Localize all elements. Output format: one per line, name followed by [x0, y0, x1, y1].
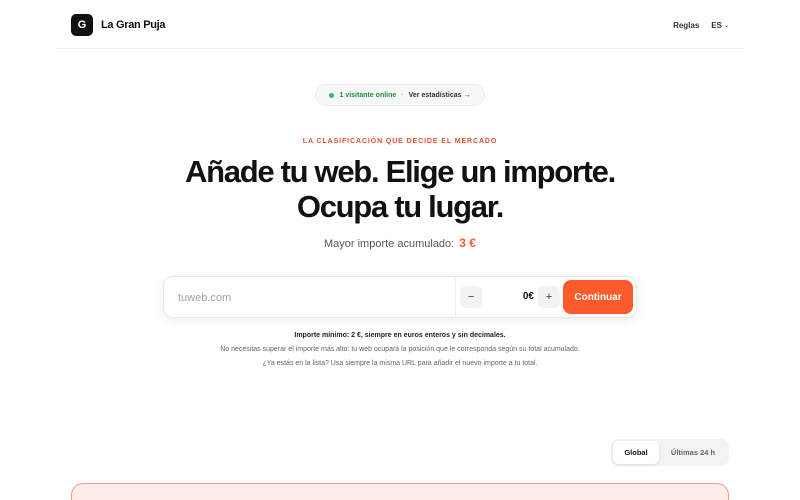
language-label: ES [711, 20, 722, 30]
note-same-url: ¿Ya estás en la lista? Usa siempre la mi… [262, 360, 538, 367]
language-selector[interactable]: ES ⌄ [711, 21, 729, 30]
brand-name[interactable]: La Gran Puja [101, 19, 166, 31]
submission-form: − 0€ + Continuar [163, 276, 637, 318]
tab-global[interactable]: Global [613, 441, 659, 464]
decrease-amount-button[interactable]: − [460, 286, 482, 308]
status-pill: 1 visitante online · Ver estadísticas → [315, 84, 485, 106]
tab-last-24h[interactable]: Últimas 24 h [659, 441, 727, 464]
url-input[interactable] [178, 287, 448, 309]
headline-line-1: Añade tu web. Elige un importe. [185, 154, 616, 189]
rules-notes: Importe mínimo: 2 €, siempre en euros en… [0, 329, 800, 371]
status-separator: · [401, 91, 404, 99]
note-position: No necesitas superar el importe más alto… [220, 346, 580, 353]
continue-button[interactable]: Continuar [563, 280, 633, 314]
increase-amount-button[interactable]: + [538, 286, 560, 308]
input-divider [455, 278, 456, 317]
online-dot-icon [329, 92, 335, 98]
top-nav: Reglas ES ⌄ [673, 21, 729, 30]
chevron-down-icon: ⌄ [723, 23, 729, 29]
ranking-card [71, 483, 729, 500]
hero-eyebrow: LA CLASIFICACIÓN QUE DECIDE EL MERCADO [302, 138, 498, 145]
top-amount-label: Mayor importe acumulado: [324, 238, 455, 250]
ranking-period-tabs: Global Últimas 24 h [611, 439, 729, 466]
hero-headline: Añade tu web. Elige un importe. Ocupa tu… [0, 154, 800, 224]
brand-logo-icon[interactable]: G [71, 14, 93, 36]
top-header: G La Gran Puja Reglas ES ⌄ [71, 13, 729, 37]
view-stats-link[interactable]: Ver estadísticas → [409, 92, 471, 99]
brand[interactable]: G La Gran Puja [71, 14, 166, 36]
amount-value[interactable]: 0€ [486, 286, 534, 308]
note-minimum: Importe mínimo: 2 €, siempre en euros en… [294, 332, 506, 339]
headline-line-2: Ocupa tu lugar. [296, 189, 504, 224]
top-amount-line: Mayor importe acumulado: 3 € [0, 236, 800, 250]
top-amount-value: 3 € [459, 236, 476, 250]
nav-link-rules[interactable]: Reglas [673, 21, 699, 30]
online-count: 1 visitante online [339, 91, 397, 99]
header-divider [56, 48, 744, 49]
